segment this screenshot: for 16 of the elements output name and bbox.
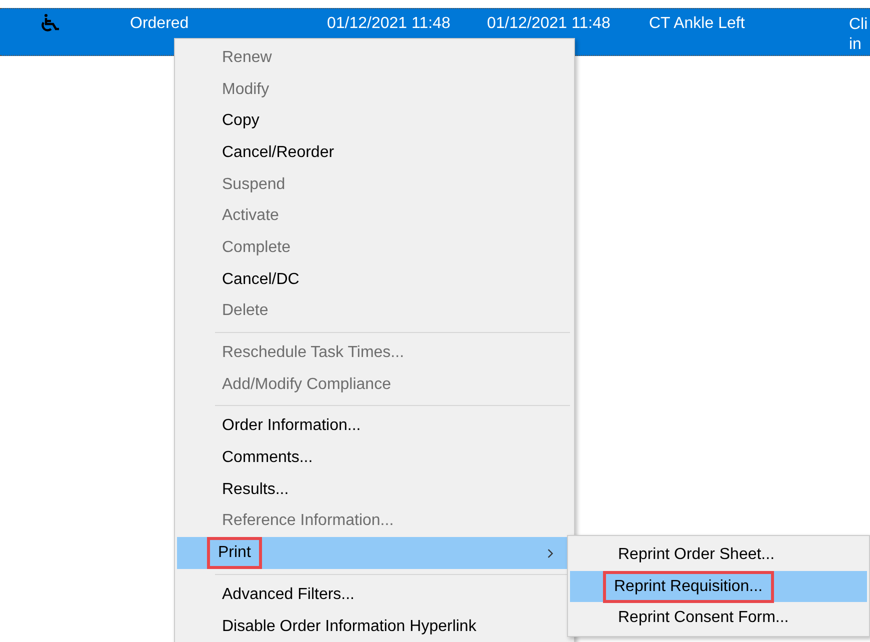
menu-item[interactable]: Reprint Order Sheet... (570, 539, 867, 571)
wheelchair-icon (40, 13, 60, 33)
chevron-right-icon (547, 548, 554, 560)
table-cell: Cli in (849, 15, 868, 55)
menu-item[interactable]: Cancel/DC (177, 264, 572, 296)
menu-item[interactable]: Cancel/Reorder (177, 137, 572, 169)
menu-item[interactable]: Copy (177, 105, 572, 138)
menu-item[interactable]: Order Information... (177, 410, 572, 442)
menu-item[interactable]: Results... (177, 474, 572, 506)
menu-item[interactable]: Comments... (177, 442, 572, 474)
date-cell-text: 01/12/2021 11:48 (487, 15, 612, 33)
status-cell-text: Ordered (130, 15, 190, 33)
order-name-cell-text: CT Ankle Left (649, 15, 746, 33)
date-cell-text: 01/12/2021 11:48 (327, 15, 452, 33)
menu-item[interactable]: Reprint Consent Form... (570, 602, 867, 634)
menu-item[interactable]: Reprint Requisition... (570, 570, 867, 602)
